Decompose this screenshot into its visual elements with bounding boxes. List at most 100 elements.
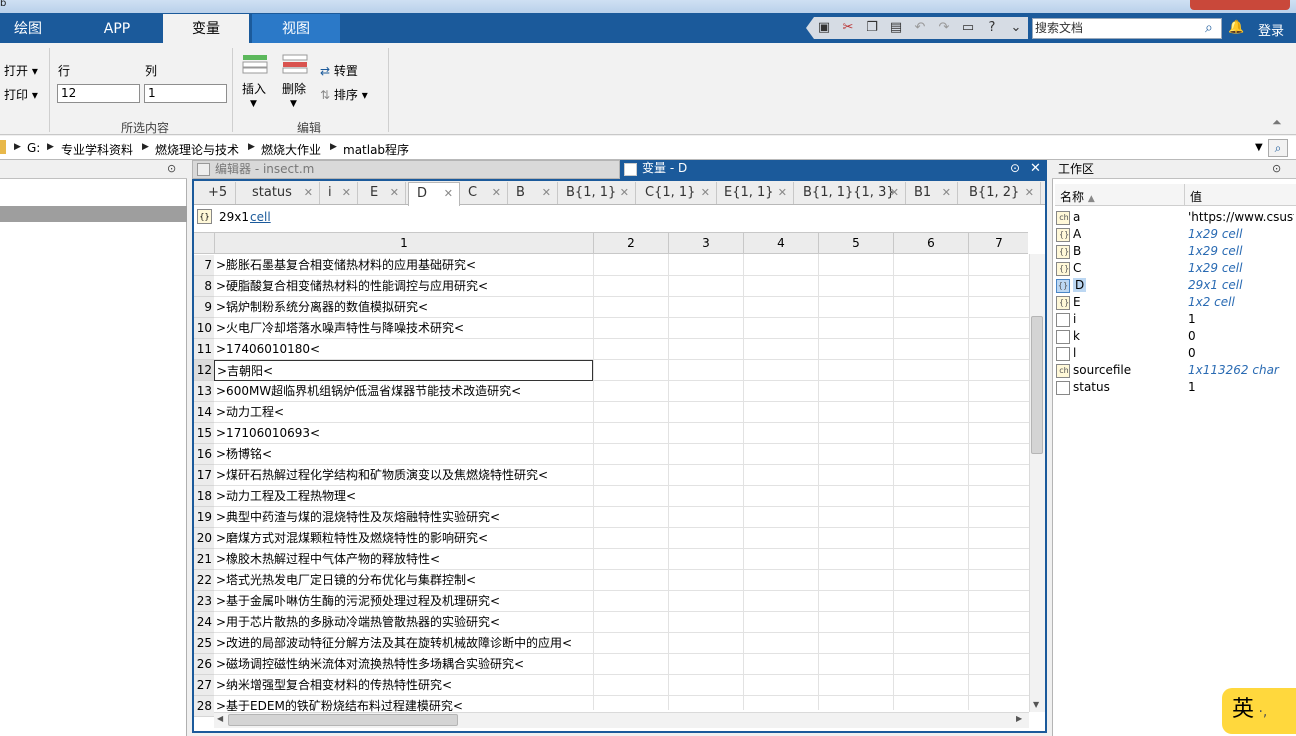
row-number[interactable]: 16 <box>194 444 214 465</box>
row-number[interactable]: 25 <box>194 633 214 654</box>
panel-menu-icon[interactable]: ⊙ <box>1272 162 1281 175</box>
subtab-overflow[interactable]: +5 <box>200 182 236 204</box>
horizontal-scroll-thumb[interactable] <box>228 714 458 726</box>
row-number[interactable]: 18 <box>194 486 214 507</box>
workspace-variable-value[interactable]: 1x113262 char <box>1188 363 1294 377</box>
sort-button[interactable]: ⇅ 排序 ▾ <box>320 86 368 103</box>
chevron-down-icon[interactable]: ▼ <box>1255 142 1263 153</box>
table-cell[interactable]: >基于金属卟啉仿生酶的污泥预处理过程及机理研究< <box>214 591 593 612</box>
close-icon[interactable]: ✕ <box>701 182 710 204</box>
row-number[interactable]: 23 <box>194 591 214 612</box>
login-button[interactable]: 登录 <box>1258 20 1284 39</box>
table-cell[interactable]: >典型中药渣与煤的混烧特性及灰熔融特性实验研究< <box>214 507 593 528</box>
row-number[interactable]: 22 <box>194 570 214 591</box>
workspace-name-header[interactable]: 名称 ▲ <box>1060 188 1095 205</box>
workspace-variable-value[interactable]: 29x1 cell <box>1188 278 1294 292</box>
close-icon[interactable]: ✕ <box>890 182 899 204</box>
collapse-ribbon-icon[interactable]: ⏶ <box>1272 115 1282 130</box>
subtab-b11[interactable]: B{1, 1} ✕ <box>558 182 636 204</box>
row-number[interactable]: 13 <box>194 381 214 402</box>
column-header[interactable]: 1 <box>214 232 593 254</box>
table-cell[interactable]: >膨胀石墨基复合相变储热材料的应用基础研究< <box>214 255 593 276</box>
row-number[interactable]: 9 <box>194 297 214 318</box>
row-number[interactable]: 14 <box>194 402 214 423</box>
row-number[interactable]: 17 <box>194 465 214 486</box>
subtab-i[interactable]: i ✕ <box>320 182 358 204</box>
insert-button[interactable] <box>242 54 268 77</box>
chevron-down-icon[interactable]: ▼ <box>290 99 297 109</box>
copy-icon[interactable]: ❐ <box>864 20 880 36</box>
row-number[interactable]: 24 <box>194 612 214 633</box>
close-icon[interactable]: ✕ <box>492 182 501 204</box>
tab-view[interactable]: 视图 <box>252 14 340 44</box>
workspace-value-header[interactable]: 值 <box>1190 188 1202 205</box>
subtab-b1[interactable]: B1 ✕ <box>906 182 958 204</box>
row-number[interactable]: 19 <box>194 507 214 528</box>
row-number[interactable]: 20 <box>194 528 214 549</box>
workspace-variable-name[interactable]: k <box>1073 329 1080 343</box>
column-header[interactable]: 3 <box>668 232 743 254</box>
transpose-button[interactable]: ⇄ 转置 <box>320 62 358 79</box>
close-icon[interactable]: ✕ <box>342 182 351 204</box>
workspace-variable-name[interactable]: i <box>1073 312 1076 326</box>
table-cell[interactable]: >动力工程< <box>214 402 593 423</box>
undo-icon[interactable]: ↶ <box>912 20 928 36</box>
variable-class-link[interactable]: cell <box>250 210 271 224</box>
selected-cell[interactable]: >吉朝阳< <box>214 360 593 381</box>
workspace-variable-value[interactable]: 1x29 cell <box>1188 261 1294 275</box>
table-cell[interactable]: >17406010180< <box>214 339 593 360</box>
scroll-down-icon[interactable]: ▼ <box>1033 700 1039 709</box>
column-header[interactable]: 5 <box>818 232 893 254</box>
table-cell[interactable]: >磁场调控磁性纳米流体对流换热特性多场耦合实验研究< <box>214 654 593 675</box>
paste-icon[interactable]: ▤ <box>888 20 904 36</box>
row-number[interactable]: 10 <box>194 318 214 339</box>
close-icon[interactable]: ✕ <box>542 182 551 204</box>
table-cell[interactable]: >动力工程及工程热物理< <box>214 486 593 507</box>
close-icon[interactable]: ✕ <box>304 182 313 204</box>
table-cell[interactable]: >硬脂酸复合相变储热材料的性能调控与应用研究< <box>214 276 593 297</box>
tab-plots[interactable]: 绘图 <box>0 14 56 44</box>
table-cell[interactable]: >用于芯片散热的多脉动冷端热管散热器的实验研究< <box>214 612 593 633</box>
workspace-variable-name[interactable]: E <box>1073 295 1081 309</box>
workspace-variable-value[interactable]: 'https://www.csust <box>1188 210 1294 224</box>
subtab-e11[interactable]: E{1, 1} ✕ <box>716 182 794 204</box>
column-header[interactable]: 7 <box>968 232 1029 254</box>
table-cell[interactable]: >改进的局部波动特征分解方法及其在旋转机械故障诊断中的应用< <box>214 633 593 654</box>
help-icon[interactable]: ? <box>984 20 1000 36</box>
panel-menu-icon[interactable]: ⊙ <box>167 162 176 175</box>
workspace-variable-name[interactable]: A <box>1073 227 1081 241</box>
close-icon[interactable]: ✕ <box>1025 182 1034 204</box>
row-number[interactable]: 8 <box>194 276 214 297</box>
breadcrumb-item[interactable]: 燃烧大作业 <box>261 141 321 158</box>
workspace-variable-value[interactable]: 1 <box>1188 380 1294 394</box>
subtab-b[interactable]: B ✕ <box>508 182 558 204</box>
variables-tab[interactable]: 变量 - D <box>620 160 1047 179</box>
chevron-down-icon[interactable]: ▼ <box>250 99 257 109</box>
print-button[interactable]: 打印 ▾ <box>4 86 38 103</box>
subtab-e[interactable]: E ✕ <box>362 182 406 204</box>
row-number[interactable]: 27 <box>194 675 214 696</box>
row-number[interactable]: 12 <box>194 360 214 381</box>
row-number[interactable]: 15 <box>194 423 214 444</box>
column-field[interactable]: 1 <box>144 84 227 103</box>
breadcrumb-item[interactable]: matlab程序 <box>343 141 409 158</box>
switch-windows-icon[interactable]: ▭ <box>960 20 976 36</box>
open-button[interactable]: 打开 ▾ <box>4 62 38 79</box>
column-header[interactable]: 6 <box>893 232 968 254</box>
chevron-down-icon[interactable]: ⌄ <box>1008 20 1024 36</box>
search-icon[interactable]: ⌕ <box>1268 139 1288 157</box>
close-icon[interactable]: ✕ <box>620 182 629 204</box>
table-cell[interactable]: >火电厂冷却塔落水噪声特性与降噪技术研究< <box>214 318 593 339</box>
workspace-variable-value[interactable]: 1x2 cell <box>1188 295 1294 309</box>
selected-file-row[interactable] <box>0 206 187 222</box>
close-icon[interactable]: ✕ <box>1030 161 1041 176</box>
workspace-variable-value[interactable]: 1x29 cell <box>1188 244 1294 258</box>
subtab-status[interactable]: status ✕ <box>244 182 320 204</box>
workspace-variable-name[interactable]: B <box>1073 244 1081 258</box>
tab-variable[interactable]: 变量 <box>163 14 249 44</box>
save-icon[interactable]: ▣ <box>816 20 832 36</box>
cut-icon[interactable]: ✂ <box>840 20 856 36</box>
workspace-variable-value[interactable]: 0 <box>1188 329 1294 343</box>
workspace-variable-name[interactable]: a <box>1073 210 1080 224</box>
column-header[interactable]: 2 <box>593 232 668 254</box>
